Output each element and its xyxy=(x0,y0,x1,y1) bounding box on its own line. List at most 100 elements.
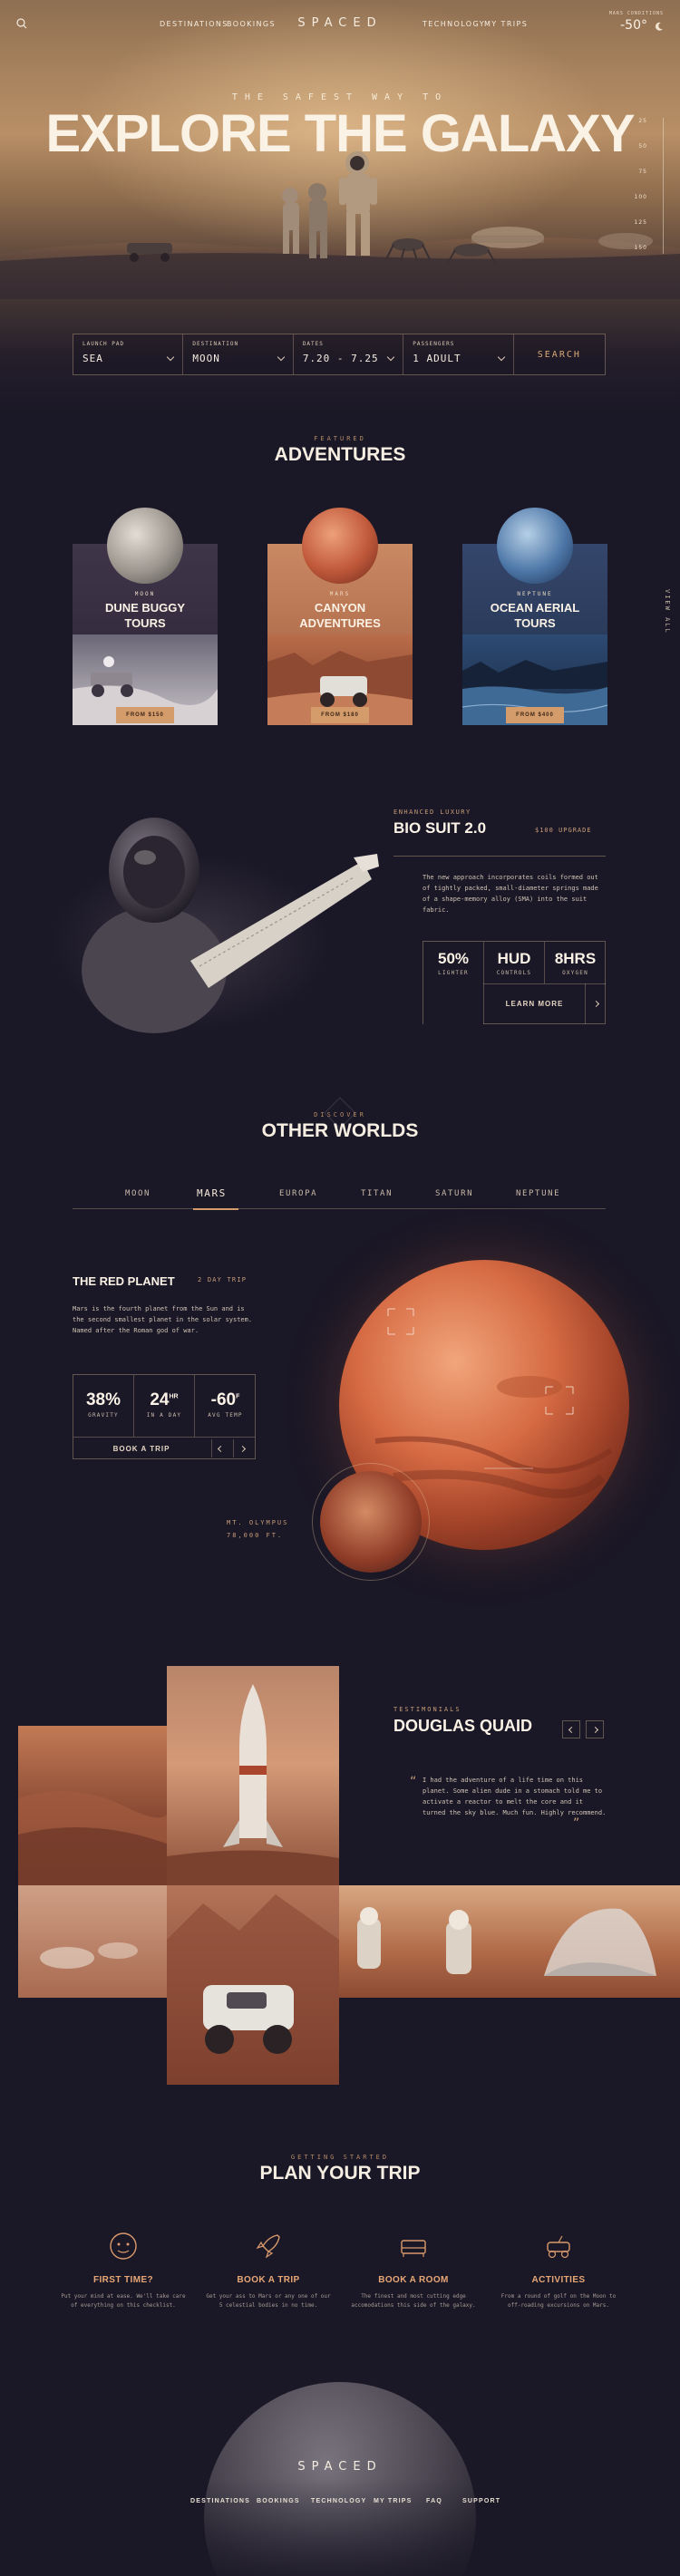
hero-title: EXPLORE THE GALAXY xyxy=(45,104,635,163)
step-book-trip[interactable]: BOOK A TRIP Get your ass to Mars or any … xyxy=(205,2230,332,2310)
footer-link-technology[interactable]: TECHNOLOGY xyxy=(311,2498,366,2504)
olympus-inset-frame xyxy=(312,1463,430,1581)
card-title-line: OCEAN AERIAL xyxy=(490,601,580,615)
step-title: ACTIVITIES xyxy=(531,2275,586,2285)
stat-gravity: 38% GRAVITY xyxy=(73,1375,134,1437)
card-title-line: TOURS xyxy=(514,616,556,630)
weather-label: MARS CONDITIONS xyxy=(608,11,664,16)
card-eyebrow: MOON xyxy=(134,591,156,597)
logo[interactable]: SPACED xyxy=(0,16,680,30)
card-price-button[interactable]: FROM $400 xyxy=(506,707,564,723)
card-eyebrow: MARS xyxy=(329,591,351,597)
gallery-photo-domes xyxy=(18,1885,167,1998)
view-all-link[interactable]: VIEW ALL xyxy=(660,589,671,662)
card-title-line: TOURS xyxy=(124,616,166,630)
gallery-photo-rocket xyxy=(167,1666,339,1885)
scale-label: 50 xyxy=(638,143,647,150)
field-value: SEA xyxy=(83,353,103,364)
destination-select[interactable]: DESTINATION MOON xyxy=(183,334,294,374)
card-title-line: ADVENTURES xyxy=(299,616,381,630)
arrow-right-icon xyxy=(591,1726,598,1733)
nav-my-trips[interactable]: MY TRIPS xyxy=(484,20,528,28)
footer-link-bookings[interactable]: BOOKINGS xyxy=(257,2498,300,2504)
footer-logo[interactable]: SPACED xyxy=(0,2460,680,2474)
stat-value: 24HR xyxy=(134,1390,194,1410)
planet-description: Mars is the fourth planet from the Sun a… xyxy=(73,1305,253,1334)
scale-label: 100 xyxy=(634,194,647,200)
stat-number: 38% xyxy=(85,1390,121,1409)
featured-title: ADVENTURES xyxy=(274,444,406,465)
bed-icon xyxy=(401,2240,426,2257)
gallery-photo-canyon xyxy=(18,1726,170,1885)
prev-testimonial-button[interactable] xyxy=(562,1720,580,1738)
stats-spacer xyxy=(423,983,483,1024)
step-activities[interactable]: ACTIVITIES From a round of golf on the M… xyxy=(495,2230,622,2310)
stat-unit: F xyxy=(236,1393,240,1400)
step-book-room[interactable]: BOOK A ROOM The finest and most cutting … xyxy=(350,2230,477,2310)
field-label: DESTINATION xyxy=(192,341,239,347)
rover-icon xyxy=(547,2235,570,2259)
dates-select[interactable]: DATES 7.20 - 7.25 xyxy=(294,334,404,374)
field-label: PASSENGERS xyxy=(413,341,455,347)
stat-label: IN A DAY xyxy=(146,1412,182,1419)
step-first-time[interactable]: FIRST TIME? Put your mind at ease. We'll… xyxy=(60,2230,187,2310)
stat-value: 50% xyxy=(437,950,470,967)
learn-more-arrow[interactable] xyxy=(587,983,606,1024)
domes-illustration xyxy=(40,1942,138,1969)
moon-planet-icon xyxy=(107,508,183,584)
prev-planet-button[interactable] xyxy=(211,1439,229,1457)
tab-moon[interactable]: MOON xyxy=(125,1189,151,1198)
search-button[interactable]: SEARCH xyxy=(514,334,605,374)
stat-number: 24 xyxy=(150,1390,170,1409)
testimonial-quote: I had the adventure of a life time on th… xyxy=(423,1777,607,1816)
tab-neptune[interactable]: NEPTUNE xyxy=(516,1189,560,1198)
footer-link-faq[interactable]: FAQ xyxy=(426,2498,442,2504)
card-price-button[interactable]: FROM $150 xyxy=(116,707,174,723)
astronauts-dome-illustration xyxy=(357,1907,656,1976)
nav-technology[interactable]: TECHNOLOGY xyxy=(423,20,485,28)
worlds-title: OTHER WORLDS xyxy=(261,1120,419,1141)
footer-link-support[interactable]: SUPPORT xyxy=(462,2498,500,2504)
tab-europa[interactable]: EUROPA xyxy=(279,1189,317,1198)
quote-close-icon: ” xyxy=(573,1816,580,1831)
adventure-card-neptune[interactable]: NEPTUNE OCEAN AERIAL TOURS FROM $400 xyxy=(461,508,608,725)
stat-value: 38% xyxy=(73,1390,133,1410)
passengers-select[interactable]: PASSENGERS 1 ADULT xyxy=(403,334,514,374)
worlds-eyebrow: DISCOVER xyxy=(314,1111,366,1119)
mars-planet-icon xyxy=(302,508,378,584)
card-price-button[interactable]: FROM $180 xyxy=(311,707,369,723)
testimonial-name: DOUGLAS QUAID xyxy=(393,1717,532,1735)
bio-suit-astronaut xyxy=(82,818,379,1033)
footer-link-destinations[interactable]: DESTINATIONS xyxy=(190,2498,250,2504)
next-planet-button[interactable] xyxy=(233,1439,251,1457)
quote-open-icon: “ xyxy=(410,1775,417,1789)
card-title: DUNE BUGGY TOURS xyxy=(73,600,218,631)
tab-titan[interactable]: TITAN xyxy=(361,1189,393,1198)
adventure-card-moon[interactable]: MOON DUNE BUGGY TOURS FROM $150 xyxy=(73,508,218,725)
step-description: The finest and most cutting edge accomod… xyxy=(351,2293,476,2309)
field-value: 1 ADULT xyxy=(413,353,461,364)
face-icon xyxy=(110,2232,137,2260)
footer-link-my-trips[interactable]: MY TRIPS xyxy=(374,2498,413,2504)
book-trip-button[interactable]: BOOK A TRIP xyxy=(73,1438,209,1459)
tab-mars[interactable]: MARS xyxy=(197,1187,227,1199)
tab-saturn[interactable]: SATURN xyxy=(435,1189,473,1198)
launch-pad-select[interactable]: LAUNCH PAD SEA xyxy=(73,334,184,374)
astronauts-illustration xyxy=(282,151,377,258)
canyon-landscape xyxy=(18,1789,170,1885)
stat-label: CONTROLS xyxy=(496,970,532,976)
plan-title: PLAN YOUR TRIP xyxy=(259,2163,421,2184)
next-testimonial-button[interactable] xyxy=(586,1720,604,1738)
learn-more-button[interactable]: LEARN MORE xyxy=(484,983,586,1024)
adventure-card-mars[interactable]: MARS CANYON ADVENTURES FROM $180 xyxy=(267,508,413,725)
biosuit-stats: 50% LIGHTER HUD CONTROLS 8HRS OXYGEN LEA… xyxy=(423,941,606,1024)
altitude-scale: 25 50 75 100 125 150 xyxy=(635,118,667,254)
booking-bar: LAUNCH PAD SEA DESTINATION MOON DATES 7.… xyxy=(73,334,606,375)
step-title: BOOK A TRIP xyxy=(237,2275,300,2285)
testimonials-eyebrow: TESTIMONIALS xyxy=(393,1706,461,1713)
gallery-photo-rover xyxy=(167,1885,339,2085)
stat-value: HUD xyxy=(497,950,531,967)
field-value: 7.20 - 7.25 xyxy=(302,353,379,364)
card-title-line: CANYON xyxy=(314,601,366,615)
scale-label: 75 xyxy=(638,169,647,175)
